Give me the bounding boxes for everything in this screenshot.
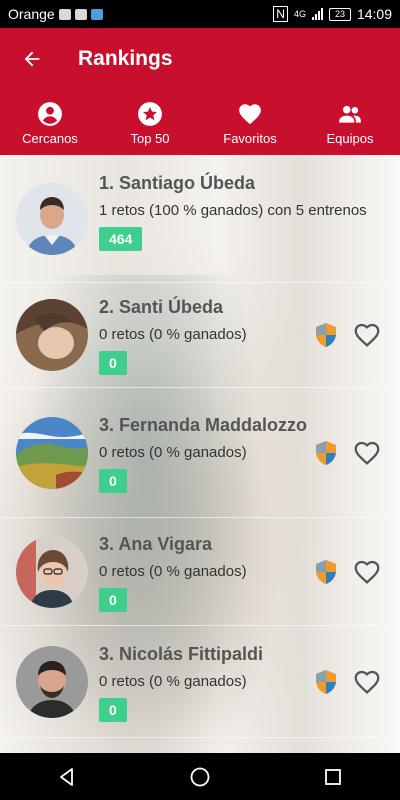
nav-home-button[interactable] xyxy=(180,757,220,797)
player-name: 2. Santi Úbeda xyxy=(99,297,224,317)
tab-bar: Cercanos Top 50 Favoritos Equipos xyxy=(0,90,400,156)
shield-icon xyxy=(316,440,336,465)
scrollbar[interactable] xyxy=(396,155,400,753)
player-name: 3. Fernanda Maddalozzo xyxy=(99,414,308,435)
signal-icon xyxy=(311,8,323,20)
shield-icon xyxy=(316,559,336,584)
tab-cercanos[interactable]: Cercanos xyxy=(0,91,100,156)
carrier-label: Orange xyxy=(8,6,55,22)
network-type: 4G xyxy=(293,9,306,19)
favorite-heart-icon[interactable] xyxy=(352,667,382,697)
mail-icon xyxy=(58,8,71,20)
ranking-row[interactable]: 1. Santiago Úbeda 1 retos (100 % ganados… xyxy=(0,155,400,283)
score-badge: 0 xyxy=(99,697,127,722)
player-name: 3. Nicolás Fittipaldi xyxy=(99,643,264,664)
tab-label: Cercanos xyxy=(22,131,78,146)
account-circle-icon xyxy=(38,102,62,126)
back-button[interactable] xyxy=(14,41,50,77)
tab-label: Favoritos xyxy=(223,131,277,146)
system-nav-bar xyxy=(0,753,400,800)
favorite-heart-icon[interactable] xyxy=(352,438,382,468)
player-stats: 0 retos (0 % ganados) xyxy=(99,672,247,690)
tab-top-50[interactable]: Top 50 xyxy=(100,91,200,156)
player-stats: 0 retos (0 % ganados) xyxy=(99,326,247,343)
heart-icon xyxy=(239,104,261,125)
player-name: 1. Santiago Úbeda xyxy=(99,173,256,193)
battery-icon: 23 xyxy=(328,7,351,21)
score-badge: 0 xyxy=(99,351,127,375)
avatar xyxy=(16,416,88,489)
shield-icon xyxy=(316,669,336,694)
star-circle-icon xyxy=(138,102,162,126)
score-badge: 0 xyxy=(99,587,127,612)
group-icon xyxy=(339,105,361,123)
nav-recents-button[interactable] xyxy=(313,757,353,797)
app-notification-icon xyxy=(74,8,87,20)
tab-equipos[interactable]: Equipos xyxy=(300,91,400,156)
clock: 14:09 xyxy=(356,6,392,22)
ranking-row[interactable]: 3. Ana Vigara 0 retos (0 % ganados) 0 xyxy=(0,518,400,626)
nfc-icon: N xyxy=(273,6,288,22)
app-bar: Rankings xyxy=(0,28,400,90)
avatar xyxy=(16,535,88,608)
status-bar: Orange N 4G 23 14:09 xyxy=(0,0,400,28)
ranking-row[interactable]: 2. Santi Úbeda 0 retos (0 % ganados) 0 xyxy=(0,283,400,388)
favorite-heart-icon[interactable] xyxy=(352,320,382,350)
player-stats: 1 retos (100 % ganados) con 5 entrenos xyxy=(99,202,367,219)
player-stats: 0 retos (0 % ganados) xyxy=(99,443,247,461)
ranking-row[interactable]: 3. Nicolás Fittipaldi 0 retos (0 % ganad… xyxy=(0,626,400,738)
player-stats: 0 retos (0 % ganados) xyxy=(99,562,247,580)
triangle-back-icon xyxy=(59,767,73,786)
avatar xyxy=(16,299,88,371)
avatar xyxy=(16,645,88,718)
page-title: Rankings xyxy=(78,47,173,70)
ranking-row[interactable]: 3. Fernanda Maddalozzo 0 retos (0 % gana… xyxy=(0,388,400,518)
tab-label: Equipos xyxy=(326,131,374,146)
avatar xyxy=(16,182,88,255)
tab-label: Top 50 xyxy=(130,131,170,146)
tab-favoritos[interactable]: Favoritos xyxy=(200,91,300,156)
player-name: 3. Ana Vigara xyxy=(99,533,213,554)
shield-icon xyxy=(316,323,336,347)
circle-home-icon xyxy=(190,767,210,786)
favorite-heart-icon[interactable] xyxy=(352,557,382,587)
score-badge: 0 xyxy=(99,468,127,493)
score-badge: 464 xyxy=(99,227,143,251)
arrow-back-icon xyxy=(24,51,40,67)
app-notification-icon xyxy=(90,8,103,20)
rankings-list[interactable]: 1. Santiago Úbeda 1 retos (100 % ganados… xyxy=(0,155,400,753)
nav-back-button[interactable] xyxy=(47,757,87,797)
square-recents-icon xyxy=(325,768,342,785)
